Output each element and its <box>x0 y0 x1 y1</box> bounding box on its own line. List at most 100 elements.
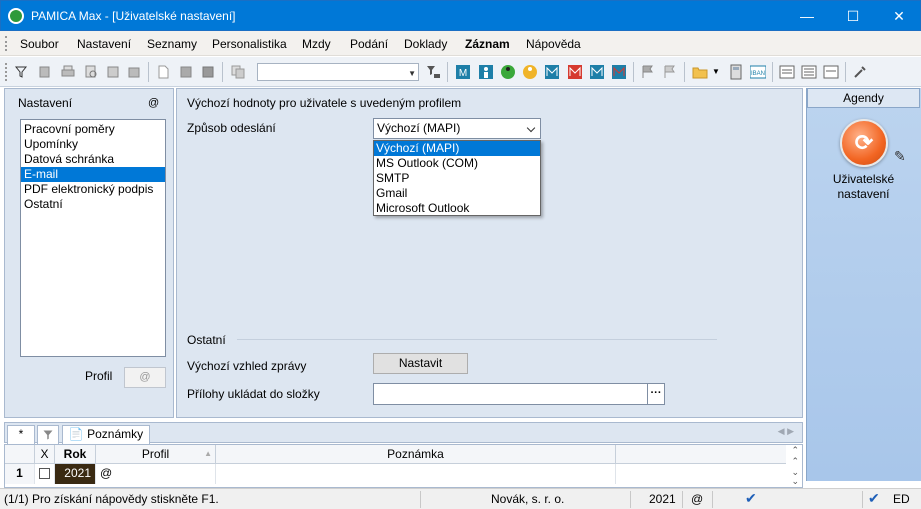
settings-panel-at: @ <box>148 97 160 109</box>
dropdown-option-mapi[interactable]: Výchozí (MAPI) <box>374 141 540 156</box>
user-settings-refresh-icon[interactable]: ⟳ <box>840 119 888 167</box>
new-document-icon[interactable] <box>155 64 171 80</box>
flag-clear-icon[interactable] <box>662 64 678 80</box>
category-item-datova-schranka[interactable]: Datová schránka <box>21 152 165 167</box>
status-separator <box>712 491 713 508</box>
grid-header-poznamka[interactable]: Poznámka <box>216 445 616 464</box>
save-icon[interactable] <box>178 64 194 80</box>
tab-filter[interactable] <box>37 425 59 444</box>
tab-star[interactable]: * <box>7 425 35 444</box>
check-pen-icon[interactable]: ✔ <box>745 490 757 507</box>
toolbar-combo[interactable]: ▼ <box>257 63 419 81</box>
grid-header-profil[interactable]: Profil ▲ <box>96 445 216 464</box>
folder-dropdown-icon[interactable]: ▼ <box>712 67 720 76</box>
employee-green-icon[interactable] <box>500 64 516 80</box>
flag-icon[interactable] <box>640 64 656 80</box>
grid-cell-profil[interactable]: @ <box>96 464 216 484</box>
prilohy-folder-input[interactable] <box>373 383 648 405</box>
copy-record-icon[interactable] <box>37 64 53 80</box>
grid-header-filler <box>616 445 786 464</box>
module-mx-icon[interactable] <box>611 64 627 80</box>
svg-text:M: M <box>459 68 467 79</box>
title-bar: PAMICA Max - [Uživatelské nastavení] — ☐… <box>0 0 921 31</box>
settings-heading: Výchozí hodnoty pro uživatele s uvedeným… <box>187 96 462 110</box>
category-item-pdf-podpis[interactable]: PDF elektronický podpis <box>21 182 165 197</box>
list-view-icon[interactable] <box>779 64 795 80</box>
agenda-uzivatelske-nastaveni[interactable]: Uživatelské nastavení <box>807 172 920 202</box>
category-item-pracovni-pomery[interactable]: Pracovní poměry <box>21 122 165 137</box>
menu-personalistika[interactable]: Personalistika <box>212 37 287 51</box>
grid-header-profil-label: Profil <box>141 447 170 461</box>
export-icon[interactable] <box>105 64 121 80</box>
status-company: Novák, s. r. o. <box>491 492 565 506</box>
tab-poznamky[interactable]: 📄 Poznámky <box>62 425 150 444</box>
iban-icon[interactable]: IBAN <box>750 64 766 80</box>
module-mb-icon[interactable] <box>589 64 605 80</box>
table-view-icon[interactable] <box>801 64 817 80</box>
maximize-button[interactable]: ☐ <box>830 1 876 31</box>
checkbox-icon <box>39 468 50 479</box>
employee-yellow-icon[interactable] <box>522 64 538 80</box>
status-at: @ <box>691 492 704 506</box>
scroll-down-icon[interactable]: ⌄ <box>791 476 799 487</box>
nastavit-button[interactable]: Nastavit <box>373 353 468 374</box>
save-close-icon[interactable] <box>200 64 216 80</box>
menu-mzdy[interactable]: Mzdy <box>302 37 331 51</box>
dropdown-option-microsoft-outlook[interactable]: Microsoft Outlook <box>374 201 540 216</box>
filter-icon[interactable] <box>425 64 441 80</box>
category-item-ostatni[interactable]: Ostatní <box>21 197 165 212</box>
tab-scroll-arrows-icon[interactable]: ◀ ▶ <box>778 426 794 437</box>
scroll-up-icon[interactable]: ⌃ <box>791 456 799 467</box>
print-icon[interactable] <box>60 64 76 80</box>
dropdown-option-ms-outlook-com[interactable]: MS Outlook (COM) <box>374 156 540 171</box>
dropdown-option-gmail[interactable]: Gmail <box>374 186 540 201</box>
browse-folder-button[interactable]: ··· <box>647 383 665 405</box>
copy-icon[interactable] <box>230 64 246 80</box>
menu-doklady[interactable]: Doklady <box>404 37 447 51</box>
person-icon[interactable] <box>478 64 494 80</box>
status-ok-icon: ✔ <box>868 490 880 506</box>
agendy-panel: Agendy ⟳ ✎ Uživatelské nastavení <box>806 88 921 481</box>
toolbar: ▼ M ▼ IBAN <box>0 57 921 87</box>
toolbar-separator <box>633 62 634 82</box>
agendy-title: Agendy <box>807 88 920 108</box>
menu-seznamy[interactable]: Seznamy <box>147 37 197 51</box>
dropdown-option-smtp[interactable]: SMTP <box>374 171 540 186</box>
grid-cell-rok[interactable]: 2021 <box>55 464 96 484</box>
module-mk-icon[interactable] <box>544 64 560 80</box>
filter-icon <box>43 430 53 440</box>
menu-zaznam[interactable]: Záznam <box>465 37 510 51</box>
form-view-icon[interactable] <box>823 64 839 80</box>
window-title: PAMICA Max - [Uživatelské nastavení] <box>31 9 236 23</box>
menu-soubor[interactable]: Soubor <box>20 37 59 51</box>
minimize-button[interactable]: — <box>784 1 830 31</box>
calculator-icon[interactable] <box>728 64 744 80</box>
filter-edit-icon[interactable] <box>14 64 30 80</box>
zpusob-odeslani-select[interactable]: Výchozí (MAPI) <box>373 118 541 139</box>
category-item-upominky[interactable]: Upomínky <box>21 137 165 152</box>
grid-row-number: 1 <box>5 464 35 484</box>
category-item-email[interactable]: E-mail <box>21 167 165 182</box>
settings-category-list[interactable]: Pracovní poměry Upomínky Datová schránka… <box>20 119 166 357</box>
grid-row-checkbox[interactable] <box>35 464 55 484</box>
menu-nastaveni[interactable]: Nastavení <box>77 37 131 51</box>
tools-icon[interactable] <box>852 64 868 80</box>
module-m-icon[interactable]: M <box>455 64 471 80</box>
status-help-text: (1/1) Pro získání nápovědy stiskněte F1. <box>4 492 219 506</box>
grid-cell-poznamka[interactable] <box>216 464 616 484</box>
grid-header-x[interactable]: X <box>35 445 55 464</box>
prilohy-label: Přílohy ukládat do složky <box>187 387 320 401</box>
close-button[interactable]: ✕ <box>876 1 921 31</box>
folder-icon[interactable] <box>692 64 708 80</box>
toolbar-separator <box>772 62 773 82</box>
print-preview-icon[interactable] <box>83 64 99 80</box>
scroll-up-icon[interactable]: ⌃ <box>791 445 799 456</box>
menu-podani[interactable]: Podání <box>350 37 388 51</box>
module-mr-icon[interactable] <box>567 64 583 80</box>
status-ed: ED <box>893 492 910 506</box>
grid-header-rok[interactable]: Rok <box>55 445 96 464</box>
report-icon[interactable] <box>126 64 142 80</box>
menu-napoveda[interactable]: Nápověda <box>526 37 581 51</box>
bottom-tabs: * 📄 Poznámky ◀ ▶ <box>4 422 803 444</box>
profil-field[interactable]: @ <box>124 367 166 388</box>
